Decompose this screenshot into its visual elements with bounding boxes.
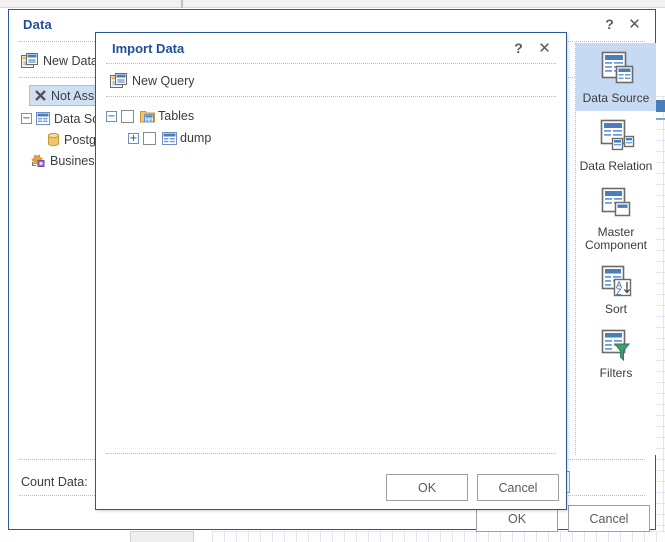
dialog-separator-footer (106, 453, 556, 454)
database-icon (47, 132, 60, 147)
dialog-separator-toolbar (106, 96, 556, 97)
x-mark-icon (34, 89, 47, 102)
dialog-title: Import Data (112, 41, 185, 56)
dialog-separator-title (106, 63, 556, 64)
import-data-dialog: Import Data ? ✕ New Query − Tables + dum… (95, 32, 567, 510)
import-tree-item-label: dump (180, 131, 212, 145)
background-sheet-tab[interactable] (130, 531, 194, 542)
background-spreadsheet-bottom (212, 531, 665, 542)
expand-expander-icon[interactable]: + (128, 132, 139, 144)
sidebar-item-label: Data Relation (579, 159, 653, 173)
dialog-close-icon[interactable]: ✕ (535, 39, 554, 58)
tables-checkbox[interactable] (121, 109, 134, 123)
collapse-expander-icon[interactable]: − (106, 110, 117, 122)
screen-root: Data ? ✕ New Data S Not Assig − Data Sou… (0, 0, 665, 542)
sidebar-item-master-component[interactable]: Master Component (576, 179, 656, 258)
sidebar-item-filters[interactable]: Filters (576, 322, 656, 386)
background-blue-marker (656, 100, 665, 112)
data-relation-icon (596, 118, 636, 156)
close-icon[interactable]: ✕ (625, 15, 644, 34)
filter-funnel-icon (597, 329, 635, 363)
tools-sidebar: Data Source Data Relation Master Compone… (575, 43, 656, 455)
master-component-icon (596, 186, 636, 222)
import-tree-item-tables[interactable]: − Tables (106, 105, 556, 127)
sidebar-item-sort[interactable]: A Z Sort (576, 258, 656, 322)
data-source-icon (596, 50, 636, 88)
sort-az-icon: A Z (597, 265, 635, 299)
new-query-label: New Query (132, 74, 195, 88)
sidebar-item-label: Master Component (584, 225, 648, 252)
sidebar-item-data-relation[interactable]: Data Relation (576, 111, 656, 179)
background-divider (181, 0, 183, 8)
dialog-help-icon[interactable]: ? (509, 39, 528, 58)
import-tree[interactable]: − Tables + dump (106, 105, 556, 447)
business-elements-icon (31, 154, 46, 168)
dump-checkbox[interactable] (143, 131, 156, 145)
dialog-ok-button[interactable]: OK (386, 474, 468, 501)
page-title: Data (23, 17, 52, 32)
window-cancel-button[interactable]: Cancel (568, 505, 650, 532)
dialog-cancel-button[interactable]: Cancel (477, 474, 559, 501)
collapse-expander-icon[interactable]: − (21, 113, 32, 124)
tree-item-label: Business (50, 153, 101, 168)
help-icon[interactable]: ? (600, 15, 619, 34)
sidebar-item-label: Sort (604, 302, 627, 316)
background-top-strip (0, 0, 665, 8)
sidebar-item-label: Filters (599, 366, 633, 380)
new-query-button[interactable]: New Query (110, 69, 195, 93)
tables-folder-icon (140, 109, 155, 123)
count-data-label: Count Data: (21, 475, 88, 489)
import-tree-item-label: Tables (158, 109, 195, 123)
import-tree-item-dump[interactable]: + dump (128, 127, 556, 149)
new-query-icon (110, 72, 127, 90)
sidebar-item-label: Data Source (582, 91, 650, 105)
table-grid-icon (162, 131, 177, 145)
svg-text:Z: Z (616, 287, 622, 297)
sidebar-item-data-source[interactable]: Data Source (576, 43, 656, 111)
table-icon (36, 112, 50, 125)
new-data-source-icon (21, 52, 38, 70)
